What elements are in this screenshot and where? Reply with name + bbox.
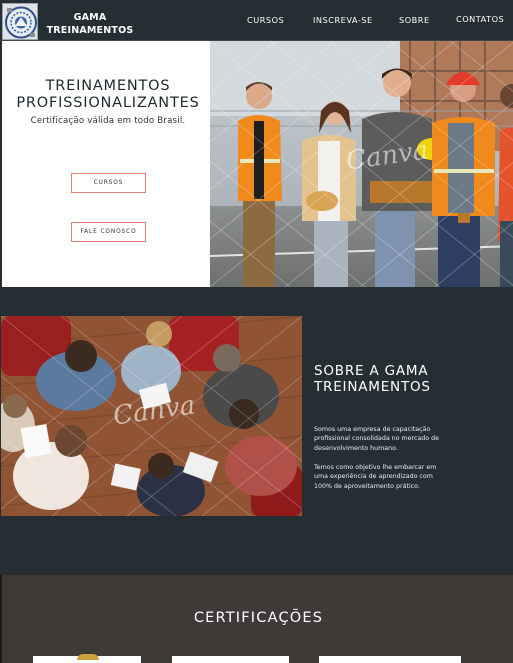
cert-card-1[interactable] bbox=[33, 654, 141, 663]
about-title: SOBRE A GAMA TREINAMENTOS bbox=[314, 363, 431, 395]
certificacoes-section: CERTIFICAÇÕES bbox=[0, 574, 513, 663]
about-section: Canva SOBRE A GAMA TREINAMENTOS Somos um… bbox=[0, 287, 513, 574]
hero-section: TREINAMENTOS PROFISSIONALIZANTES Certifi… bbox=[0, 41, 513, 287]
certificacoes-title: CERTIFICAÇÕES bbox=[193, 610, 324, 626]
about-team-photo: Canva bbox=[1, 316, 302, 516]
nav-link-cursos[interactable]: CURSOS bbox=[247, 15, 284, 25]
cert-card-2[interactable] bbox=[172, 656, 289, 663]
cert-badge-icon bbox=[77, 654, 99, 660]
cert-card-3[interactable] bbox=[319, 656, 461, 663]
hero-title: TREINAMENTOS PROFISSIONALIZANTES bbox=[16, 78, 200, 111]
brand-line-1: GAMA bbox=[73, 12, 107, 23]
hero-subtitle: Certificação válida em todo Brasil. bbox=[30, 116, 186, 126]
brand-line-2: TREINAMENTOS bbox=[46, 24, 134, 36]
top-navbar: GAMA TREINAMENTOS CURSOS INSCREVA-SE SOB… bbox=[0, 0, 513, 41]
about-paragraph-2: Temos como objetivo lhe embarcar em uma … bbox=[314, 464, 437, 490]
about-paragraph-1: Somos uma empresa de capacitação profiss… bbox=[314, 426, 440, 452]
hero-text-panel: TREINAMENTOS PROFISSIONALIZANTES Certifi… bbox=[2, 41, 210, 287]
nav-link-sobre[interactable]: SOBRE bbox=[399, 15, 430, 25]
hero-workers-photo: Canva bbox=[210, 41, 513, 287]
company-logo[interactable] bbox=[2, 3, 38, 40]
nav-link-contatos[interactable]: CONTATOS bbox=[456, 14, 504, 24]
cursos-button[interactable]: CURSOS bbox=[71, 173, 146, 193]
brand-name: GAMA TREINAMENTOS bbox=[44, 12, 136, 37]
fale-conosco-button[interactable]: FALE CONOSCO bbox=[71, 222, 146, 242]
nav-link-inscreva-se[interactable]: INSCREVA-SE bbox=[313, 15, 373, 25]
